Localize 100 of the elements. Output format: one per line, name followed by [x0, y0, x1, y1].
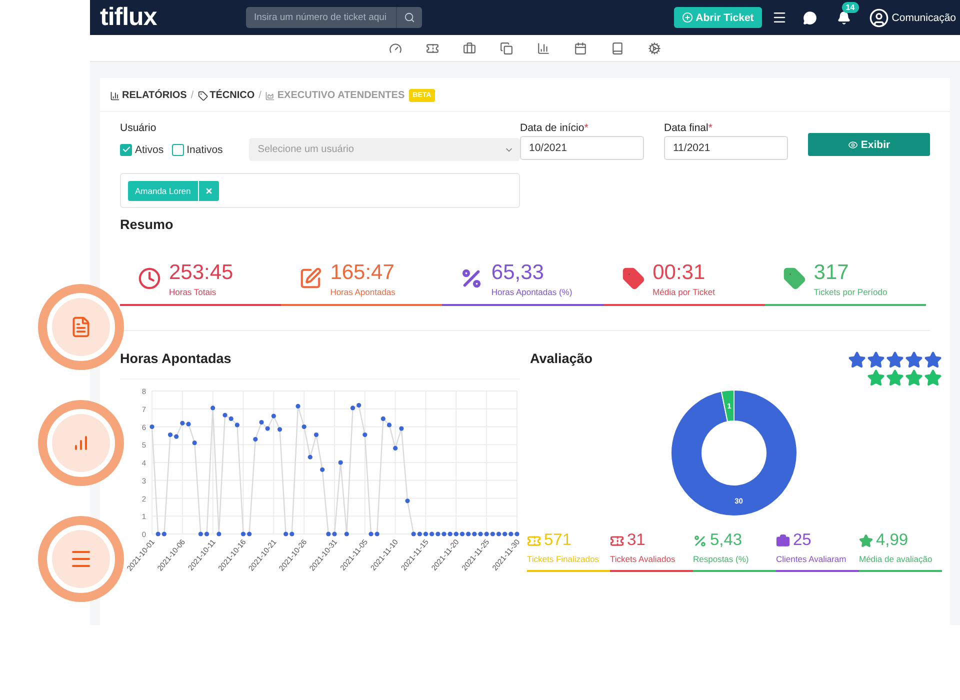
ticket-icon — [610, 534, 624, 548]
percent-icon — [460, 267, 484, 290]
plus-icon — [682, 12, 693, 23]
gauge-icon[interactable] — [389, 42, 402, 54]
data-point — [302, 424, 306, 430]
data-point — [386, 422, 392, 428]
bar-chart-icon[interactable] — [537, 42, 550, 54]
star-icon — [924, 351, 942, 369]
section-title: Horas Apontadas — [120, 351, 232, 366]
stat-value: 571 — [544, 531, 572, 550]
stat-label: Tickets Finalizados — [527, 554, 600, 564]
data-point — [393, 446, 398, 450]
data-point — [399, 426, 404, 431]
clock-icon — [138, 267, 161, 290]
breadcrumb-separator: / — [258, 90, 262, 101]
document-icon — [70, 316, 92, 338]
star-icon — [905, 351, 923, 369]
edit-icon — [299, 267, 322, 290]
star-icon — [848, 351, 866, 369]
tag-icon — [782, 267, 806, 290]
data-point — [338, 460, 343, 465]
stat-value: 253:45 — [169, 260, 234, 284]
avatar-icon — [868, 8, 889, 28]
checkbox-label[interactable]: Inativos — [172, 144, 223, 156]
field-label: Data de início* — [520, 122, 590, 136]
data-point — [253, 436, 258, 442]
search-field[interactable]: Insira um número de ticket aqui — [246, 7, 422, 28]
bell-icon[interactable] — [836, 10, 851, 24]
field-label: Data final* — [664, 122, 714, 136]
data-point — [362, 432, 368, 438]
search-input[interactable]: Insira um número de ticket aqui — [246, 12, 396, 23]
signal-bars-icon — [72, 434, 90, 452]
data-point — [314, 432, 319, 438]
stat-value: 5,43 — [710, 531, 742, 550]
user-menu[interactable]: Comunicação — [868, 8, 956, 28]
ticket-icon[interactable] — [426, 42, 439, 54]
breadcrumb-link[interactable]: TÉCNICO — [198, 90, 255, 101]
copy-icon[interactable] — [500, 42, 513, 54]
notification-badge: 14 — [842, 2, 859, 12]
percent-icon — [693, 534, 707, 548]
search-icon — [404, 12, 415, 23]
stat-label: Média de avaliação — [859, 554, 934, 564]
breadcrumb-link[interactable]: RELATÓRIOS — [110, 90, 187, 101]
eye-icon — [848, 140, 858, 150]
star-icon — [859, 534, 873, 548]
data-point — [405, 498, 410, 504]
data-point — [277, 427, 282, 432]
chat-icon[interactable] — [802, 10, 817, 24]
star-icon — [867, 351, 885, 369]
calendar-icon[interactable] — [574, 42, 587, 54]
stat-value: 31 — [627, 531, 646, 550]
stat-label: Horas Apontadas (%) — [491, 286, 572, 296]
data-point — [380, 416, 386, 421]
data-point — [210, 406, 216, 410]
data-point — [296, 404, 300, 408]
data-point — [320, 467, 325, 472]
stat-value: 00:31 — [652, 260, 706, 284]
stat-value: 25 — [793, 531, 812, 550]
end-date-field[interactable]: 11/2021 — [664, 136, 788, 160]
start-date-field[interactable]: 10/2021 — [520, 136, 644, 160]
star-icon — [867, 369, 885, 387]
data-point — [344, 532, 349, 536]
data-point — [192, 440, 197, 446]
stat-value: 165:47 — [330, 260, 396, 284]
show-button[interactable]: Exibir — [808, 133, 930, 156]
briefcase-icon — [776, 534, 790, 548]
data-point — [308, 454, 312, 460]
star-icon — [886, 351, 904, 369]
tag-icon — [198, 90, 208, 100]
star-icon — [886, 369, 904, 387]
stat-label: Respostas (%) — [693, 554, 750, 564]
logo[interactable]: tiflux — [100, 3, 236, 32]
checkbox-label[interactable]: Ativos — [120, 144, 164, 156]
stat-label: Horas Totais — [169, 286, 218, 296]
stat-label: Média por Ticket — [652, 286, 715, 296]
data-point — [150, 424, 154, 430]
stat-value: 317 — [814, 260, 850, 284]
field-label: Usuário — [120, 122, 158, 136]
stat-value: 4,99 — [876, 531, 908, 550]
close-icon — [204, 186, 213, 194]
stat-label: Tickets Avaliados — [610, 554, 676, 564]
star-icon — [905, 369, 923, 387]
stat-label: Tickets por Período — [814, 286, 888, 296]
area-chart-icon — [265, 90, 276, 100]
data-point — [271, 414, 276, 418]
checkbox[interactable] — [172, 144, 184, 156]
book-icon[interactable] — [611, 42, 624, 54]
briefcase-icon[interactable] — [463, 42, 476, 54]
gears-icon[interactable] — [648, 42, 661, 54]
section-title: Resumo — [120, 217, 174, 232]
tag-icon — [622, 267, 645, 290]
ticket-icon — [527, 534, 541, 548]
stat-label: Horas Apontadas — [330, 286, 396, 296]
stat-value: 65,33 — [491, 260, 545, 284]
bar-chart-icon — [110, 90, 120, 100]
checkbox[interactable] — [120, 144, 132, 156]
section-title: Avaliação — [530, 351, 593, 366]
user-tag: Amanda Loren — [128, 180, 198, 200]
menu-icon[interactable] — [772, 10, 787, 25]
star-icon — [924, 369, 942, 387]
